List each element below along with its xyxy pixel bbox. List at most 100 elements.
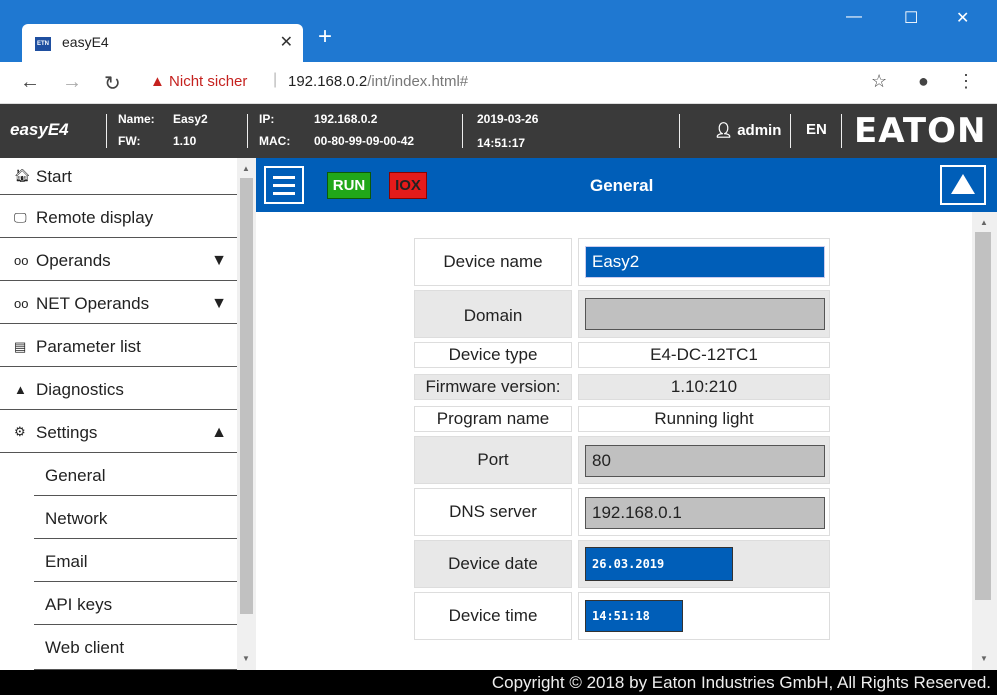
content-toolbar: RUN IOX General: [256, 158, 997, 212]
sidebar-item-operands[interactable]: oo Operands ▼: [0, 238, 237, 281]
port-input[interactable]: 80: [585, 445, 825, 477]
run-status-badge: RUN: [327, 172, 371, 199]
star-icon[interactable]: ☆: [871, 71, 887, 92]
monitor-icon: 🖵︎: [14, 210, 27, 225]
header-divider: [462, 114, 463, 148]
ip-value: 192.168.0.2: [314, 112, 378, 126]
device-time-input[interactable]: 14:51:18: [585, 600, 683, 632]
header-divider: [790, 114, 791, 148]
sidebar-item-label: Operands: [36, 251, 111, 270]
sidebar-scroll-thumb[interactable]: [240, 178, 253, 614]
sidebar-subitem-label: API keys: [45, 595, 113, 614]
list-icon: ▤: [14, 339, 27, 354]
sidebar-subitem-general[interactable]: General: [34, 453, 237, 496]
account-icon[interactable]: ●: [918, 71, 929, 92]
new-tab-icon[interactable]: +: [318, 25, 332, 49]
device-name-input[interactable]: Easy2: [585, 246, 825, 278]
name-label: Name:: [118, 112, 155, 126]
glasses-icon: oo: [14, 253, 29, 268]
fw-label: FW:: [118, 134, 141, 148]
sidebar-subitem-label: Email: [45, 552, 88, 571]
domain-cell: [578, 290, 830, 338]
user-icon: 👤︎: [714, 122, 734, 139]
sidebar-item-label: Diagnostics: [36, 380, 124, 399]
chevron-down-icon[interactable]: ▼: [211, 252, 227, 270]
chevron-up-icon[interactable]: ▲: [211, 424, 227, 442]
sidebar-item-parameter-list[interactable]: ▤ Parameter list: [0, 324, 237, 367]
gear-icon: ⚙: [14, 424, 26, 439]
back-icon[interactable]: ←: [20, 71, 40, 94]
device-date-input[interactable]: 26.03.2019: [585, 547, 733, 581]
sidebar-item-diagnostics[interactable]: ▲ Diagnostics: [0, 367, 237, 410]
sidebar-subitem-api-keys[interactable]: API keys: [34, 582, 237, 625]
device-type-label: Device type: [414, 342, 572, 368]
device-name-label: Device name: [414, 238, 572, 286]
warning-icon: ▲: [150, 73, 165, 90]
header-divider: [679, 114, 680, 148]
tab-close-icon[interactable]: ✕: [280, 32, 293, 52]
device-type-value: E4-DC-12TC1: [578, 342, 830, 368]
sidebar-item-start[interactable]: 🏠︎ Start: [0, 158, 237, 195]
url-separator: |: [273, 71, 278, 88]
url-input[interactable]: 192.168.0.2/int/index.html#: [288, 73, 468, 90]
user-name: admin: [737, 122, 782, 139]
minimize-icon[interactable]: —: [846, 8, 862, 26]
chevron-down-icon[interactable]: ▼: [211, 295, 227, 313]
mac-label: MAC:: [259, 134, 291, 148]
sidebar-item-label: NET Operands: [36, 294, 150, 313]
port-label: Port: [414, 436, 572, 484]
menu-bar: [273, 192, 295, 195]
more-icon[interactable]: ⋮: [957, 71, 975, 92]
domain-input[interactable]: [585, 298, 825, 330]
sidebar-item-settings[interactable]: ⚙ Settings ▲: [0, 410, 237, 453]
tab-title: easyE4: [62, 34, 109, 50]
sidebar-item-label: Parameter list: [36, 337, 141, 356]
sidebar-item-remote-display[interactable]: 🖵︎ Remote display: [0, 195, 237, 238]
header-divider: [106, 114, 107, 148]
language-selector[interactable]: EN: [806, 121, 827, 138]
sidebar: 🏠︎ Start 🖵︎ Remote display oo Operands ▼…: [0, 158, 237, 670]
sidebar-item-label: Remote display: [36, 208, 154, 227]
menu-bar: [273, 176, 295, 179]
device-date-cell: 26.03.2019: [578, 540, 830, 588]
menu-toggle-button[interactable]: [264, 166, 304, 204]
sidebar-item-net-operands[interactable]: oo NET Operands ▼: [0, 281, 237, 324]
settings-form: Device name Easy2 Domain Device type E4-…: [256, 212, 972, 670]
sidebar-subitem-web-client[interactable]: Web client: [34, 625, 237, 670]
reload-icon[interactable]: ↻: [104, 71, 121, 96]
glasses-icon: oo: [14, 296, 29, 311]
sidebar-scrollbar[interactable]: ▲ ▼: [237, 158, 256, 670]
scroll-down-icon[interactable]: ▼: [980, 654, 988, 663]
sidebar-subitem-network[interactable]: Network: [34, 496, 237, 539]
favicon-icon: ETN: [35, 37, 51, 51]
user-menu[interactable]: 👤︎ admin: [714, 121, 781, 139]
iox-status-badge: IOX: [389, 172, 427, 199]
header-time: 14:51:17: [477, 136, 526, 150]
scroll-down-icon[interactable]: ▼: [242, 654, 250, 663]
eaton-logo: EATON: [854, 111, 987, 151]
security-warning[interactable]: ▲ Nicht sicher: [150, 73, 247, 90]
sidebar-subitem-label: Network: [45, 509, 108, 528]
sidebar-subitem-label: General: [45, 466, 106, 485]
dns-server-cell: 192.168.0.1: [578, 488, 830, 536]
browser-titlebar: ETN easyE4 ✕ + — ☐ ✕: [0, 0, 997, 62]
firmware-value: 1.10:210: [578, 374, 830, 400]
dns-server-label: DNS server: [414, 488, 572, 536]
dns-server-input[interactable]: 192.168.0.1: [585, 497, 825, 529]
content-scrollbar[interactable]: ▲ ▼: [972, 212, 997, 670]
scroll-to-top-button[interactable]: [940, 165, 986, 205]
scroll-up-icon[interactable]: ▲: [980, 218, 988, 227]
content-scroll-thumb[interactable]: [975, 232, 991, 600]
forward-icon[interactable]: →: [62, 71, 82, 94]
warning-icon: ▲: [14, 382, 27, 397]
header-date: 2019-03-26: [477, 112, 539, 126]
sidebar-subitem-email[interactable]: Email: [34, 539, 237, 582]
ip-label: IP:: [259, 112, 275, 126]
app-header: easyE4 Name: Easy2 FW: 1.10 IP: 192.168.…: [0, 104, 997, 158]
url-host: 192.168.0.2: [288, 73, 368, 90]
browser-tab[interactable]: ETN easyE4 ✕: [22, 24, 303, 62]
security-label: Nicht sicher: [169, 73, 248, 90]
maximize-icon[interactable]: ☐: [904, 8, 918, 28]
scroll-up-icon[interactable]: ▲: [242, 164, 250, 173]
window-close-icon[interactable]: ✕: [956, 8, 969, 28]
